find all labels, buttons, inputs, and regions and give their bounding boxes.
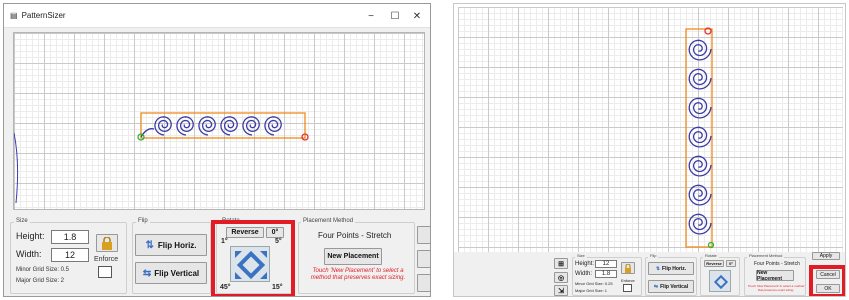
flip-vertical-label-rotated: Flip Vertical <box>660 283 689 290</box>
placement-note-rotated: Touch 'New Placement' to select a method… <box>747 284 805 292</box>
rotate-wheel-rotated[interactable] <box>709 270 731 292</box>
maximize-button[interactable]: ☐ <box>386 4 404 28</box>
spiral-motif <box>688 97 712 119</box>
spiral-motif <box>176 116 194 136</box>
lock-button-rotated[interactable] <box>621 262 635 274</box>
flip-vertical-button[interactable]: ⇆ Flip Vertical <box>135 262 207 284</box>
height-label-rotated: Height: <box>575 261 595 267</box>
spiral-motif <box>198 116 216 136</box>
pattern-sizer-window: ▤ PatternSizer − ☐ ✕ Size Height: 1.8 Wi… <box>3 3 431 297</box>
flip-group-title-rotated: Flip <box>648 253 659 258</box>
window-title: PatternSizer <box>21 11 66 20</box>
side-button-2[interactable] <box>417 250 430 268</box>
pattern-sizer-window-rotated: ⊞ ◎ ⇲ Size Height: 12 Width: 1.8 Enforce… <box>453 3 846 297</box>
edge-line <box>14 132 19 204</box>
minor-grid-size-rotated: Minor Grid Size: 0.25 <box>575 281 613 286</box>
spiral-motif <box>264 116 282 136</box>
close-button[interactable]: ✕ <box>408 4 426 28</box>
placement-method-value: Four Points - Stretch <box>318 231 392 240</box>
flip-vertical-icon: ⇆ <box>653 283 659 290</box>
enforce-label-rotated: Enforce <box>621 278 635 283</box>
minimize-button[interactable]: − <box>362 4 380 28</box>
pattern-tail <box>140 127 155 138</box>
flip-horiz-label-rotated: Flip Horiz. <box>662 265 687 272</box>
flip-horiz-icon: ⇅ <box>655 265 661 272</box>
width-label-rotated: Width: <box>575 271 593 277</box>
tool-button-3[interactable]: ⇲ <box>554 285 568 296</box>
tool-button-1[interactable]: ⊞ <box>554 258 568 269</box>
rotate-0-button-rotated[interactable]: 0° <box>726 260 736 267</box>
placement-method-value-rotated: Four Points - Stretch <box>754 261 800 267</box>
enforce-checkbox-rotated[interactable] <box>623 284 632 292</box>
highlight-rotate <box>211 220 295 296</box>
flip-horiz-label: Flip Horiz. <box>157 240 197 250</box>
side-button-1[interactable] <box>417 226 430 244</box>
placement-group-title-rotated: Placement Method <box>747 253 785 258</box>
size-group-title-rotated: Size <box>575 253 587 258</box>
spiral-motif <box>688 155 712 177</box>
width-field[interactable]: 12 <box>51 248 89 262</box>
major-grid-size: Major Grid Size: 2 <box>16 278 65 284</box>
height-field-rotated[interactable]: 12 <box>595 260 617 268</box>
enforce-label: Enforce <box>94 256 119 263</box>
flip-horiz-button-rotated[interactable]: ⇅ Flip Horiz. <box>648 262 694 275</box>
lock-icon <box>625 263 631 273</box>
export-icon: ⇲ <box>558 287 564 295</box>
side-button-3[interactable] <box>417 274 430 292</box>
new-placement-button[interactable]: New Placement <box>324 248 382 265</box>
minor-grid-size: Minor Grid Size: 0.5 <box>16 267 70 273</box>
pattern-drawing <box>14 112 309 204</box>
pattern-canvas[interactable] <box>13 32 425 210</box>
width-label: Width: <box>16 249 42 259</box>
control-panel-rotated: ⊞ ◎ ⇲ Size Height: 12 Width: 1.8 Enforce… <box>454 252 845 296</box>
spiral-motif <box>220 116 238 136</box>
spiral-motif <box>688 213 712 235</box>
major-grid-size-rotated: Major Grid Size: 1 <box>575 288 608 293</box>
tool-button-2[interactable]: ◎ <box>554 272 568 283</box>
flip-vertical-label: Flip Vertical <box>154 268 200 278</box>
spiral-motif <box>688 39 712 61</box>
reverse-button-rotated[interactable]: Reverse <box>704 260 724 267</box>
enforce-checkbox[interactable] <box>98 266 112 278</box>
title-bar: ▤ PatternSizer − ☐ ✕ <box>4 4 430 28</box>
control-panel: Size Height: 1.8 Width: 12 Enforce Minor… <box>4 214 430 296</box>
lock-button[interactable] <box>96 234 118 252</box>
flip-vertical-icon: ⇆ <box>142 267 152 279</box>
spiral-motif <box>688 68 712 90</box>
flip-horiz-button[interactable]: ⇅ Flip Horiz. <box>135 234 207 256</box>
placement-note: Touch 'New Placement' to select a method… <box>310 268 406 281</box>
apply-button[interactable]: Apply <box>812 252 840 260</box>
flip-vertical-button-rotated[interactable]: ⇆ Flip Vertical <box>648 280 694 293</box>
app-icon: ▤ <box>10 11 18 20</box>
highlight-ok-cancel <box>809 265 845 296</box>
size-group-title: Size <box>14 218 30 224</box>
height-field[interactable]: 1.8 <box>51 230 89 244</box>
spiral-motif <box>688 126 712 148</box>
pattern-drawing-rotated <box>685 27 715 249</box>
spiral-motif <box>688 184 712 206</box>
ruler-icon: ⊞ <box>558 260 564 268</box>
flip-group-title: Flip <box>136 218 150 224</box>
width-field-rotated[interactable]: 1.8 <box>595 270 617 278</box>
spiral-row <box>154 116 282 136</box>
spiral-column <box>688 39 712 235</box>
pattern-canvas-rotated[interactable] <box>458 7 843 252</box>
rotate-arrows-icon <box>713 274 729 290</box>
placement-group-title: Placement Method <box>301 218 356 224</box>
spiral-motif <box>242 116 260 136</box>
height-label: Height: <box>16 231 45 241</box>
spiral-motif <box>154 116 172 136</box>
lock-icon <box>102 236 112 250</box>
new-placement-button-rotated[interactable]: New Placement <box>756 270 794 282</box>
pattern-icon: ◎ <box>557 274 565 282</box>
rotate-group-title-rotated: Rotate <box>703 253 719 258</box>
flip-horiz-icon: ⇅ <box>145 239 154 251</box>
